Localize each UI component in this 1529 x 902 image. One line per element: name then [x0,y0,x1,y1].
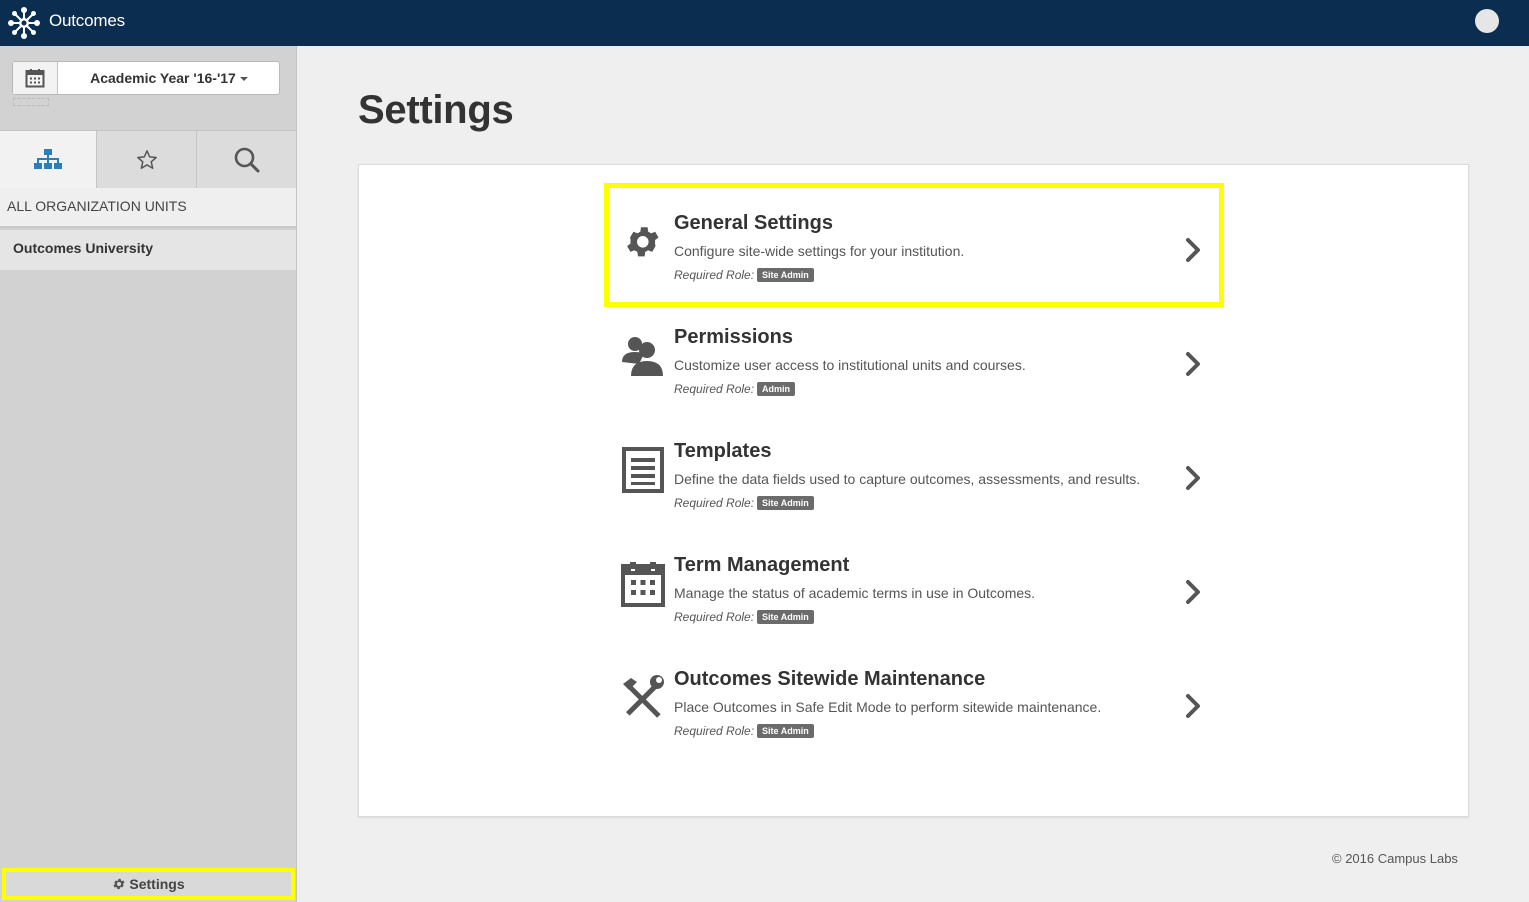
gear-icon [113,878,125,890]
tab-org-units[interactable] [0,131,97,189]
gear-icon [627,227,659,257]
role-badge: Site Admin [757,268,814,282]
item-required-role: Required Role: Admin [674,382,796,396]
role-badge: Site Admin [757,724,814,738]
settings-item-sitewide-maintenance[interactable]: Outcomes Sitewide Maintenance Place Outc… [609,644,1219,758]
chevron-down-icon [239,77,248,82]
role-badge: Site Admin [757,496,814,510]
org-item-outcomes-university[interactable]: Outcomes University [0,230,296,270]
template-icon [622,447,664,493]
settings-footer-button[interactable]: Settings [2,868,295,900]
tab-search[interactable] [197,131,296,189]
user-avatar[interactable] [1475,9,1499,33]
role-prefix: Required Role: [674,268,755,282]
chevron-right-icon[interactable] [1183,578,1203,606]
item-description: Define the data fields used to capture o… [674,471,1141,487]
sidebar-tabs [0,130,296,189]
tools-icon [623,675,664,718]
item-required-role: Required Role: Site Admin [674,724,814,738]
item-title: Templates [674,440,772,462]
org-units-header: ALL ORGANIZATION UNITS [0,188,296,228]
item-title: Permissions [674,326,793,348]
item-title: Term Management [674,554,850,576]
role-badge: Site Admin [757,610,814,624]
academic-year-label: Academic Year '16-'17 [90,70,236,86]
settings-item-templates[interactable]: Templates Define the data fields used to… [609,416,1219,530]
chevron-right-icon[interactable] [1183,350,1203,378]
page-title: Settings [358,88,514,132]
item-required-role: Required Role: Site Admin [674,268,814,282]
settings-panel: General Settings Configure site-wide set… [358,164,1469,817]
settings-item-permissions[interactable]: Permissions Customize user access to ins… [609,302,1219,416]
tab-favorites[interactable] [97,131,197,189]
role-prefix: Required Role: [674,724,755,738]
search-icon [234,147,259,173]
calendar-icon[interactable] [13,62,58,94]
app-title[interactable]: Outcomes [49,11,125,31]
academic-year-dropdown[interactable]: Academic Year '16-'17 [58,62,280,94]
item-title: General Settings [674,212,833,234]
top-bar: Outcomes [0,0,1529,46]
star-icon [136,150,157,169]
faint-placeholder [13,98,49,106]
chevron-right-icon[interactable] [1183,236,1203,264]
role-badge: Admin [757,382,796,396]
academic-year-selector[interactable]: Academic Year '16-'17 [12,61,280,95]
item-required-role: Required Role: Site Admin [674,610,814,624]
users-icon [622,337,663,376]
role-prefix: Required Role: [674,496,755,510]
item-description: Configure site-wide settings for your in… [674,243,965,259]
sidebar: Academic Year '16-'17 ALL ORGANIZATION U… [0,46,297,902]
org-chart-icon [34,149,62,169]
settings-footer-label: Settings [129,876,185,892]
chevron-right-icon[interactable] [1183,692,1203,720]
item-description: Place Outcomes in Safe Edit Mode to perf… [674,699,1102,715]
chevron-right-icon[interactable] [1183,464,1203,492]
calendar-icon [621,562,665,607]
settings-item-general[interactable]: General Settings Configure site-wide set… [604,183,1224,307]
role-prefix: Required Role: [674,382,755,396]
role-prefix: Required Role: [674,610,755,624]
copyright-text: © 2016 Campus Labs [1332,851,1458,866]
settings-item-term-management[interactable]: Term Management Manage the status of aca… [609,530,1219,644]
item-description: Customize user access to institutional u… [674,357,1026,373]
outcomes-logo-icon[interactable] [7,6,41,40]
item-title: Outcomes Sitewide Maintenance [674,668,986,690]
item-required-role: Required Role: Site Admin [674,496,814,510]
item-description: Manage the status of academic terms in u… [674,585,1036,601]
